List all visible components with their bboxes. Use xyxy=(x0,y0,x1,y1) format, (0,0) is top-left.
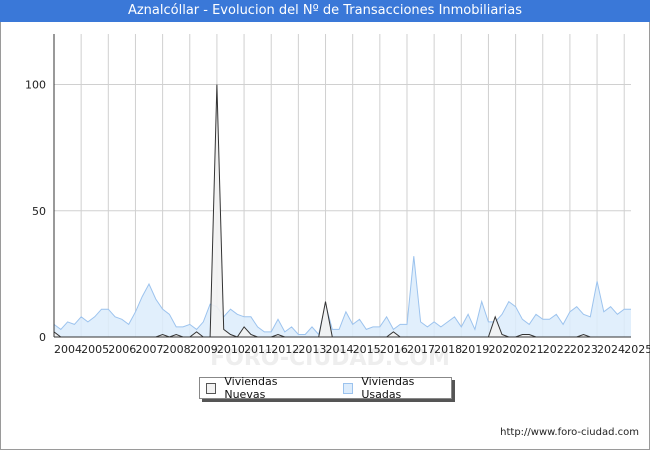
x-tick-label: 2014 xyxy=(326,343,354,356)
x-tick-label: 2022 xyxy=(543,343,571,356)
x-tick-label: 2017 xyxy=(407,343,435,356)
x-tick-label: 2009 xyxy=(190,343,218,356)
legend-swatch-usadas xyxy=(342,382,354,394)
legend-item-nuevas: Viviendas Nuevas xyxy=(206,375,315,401)
y-tick-label: 0 xyxy=(39,331,46,344)
legend-label-nuevas: Viviendas Nuevas xyxy=(224,375,278,401)
legend-label-usadas: Viviendas Usadas xyxy=(361,375,415,401)
x-tick-label: 2011 xyxy=(244,343,272,356)
x-tick-label: 2006 xyxy=(108,343,136,356)
grid-lines xyxy=(53,34,631,338)
x-tick-label: 2016 xyxy=(380,343,408,356)
x-tick-label: 2024 xyxy=(597,343,625,356)
x-tick-label: 2007 xyxy=(135,343,163,356)
x-tick-label: 2005 xyxy=(81,343,109,356)
x-tick-label: 2021 xyxy=(516,343,544,356)
legend-swatch-nuevas xyxy=(206,382,217,394)
x-tick-label: 2008 xyxy=(163,343,191,356)
x-tick-label: 2019 xyxy=(461,343,489,356)
legend-item-usadas: Viviendas Usadas xyxy=(342,375,451,401)
y-tick-label: 100 xyxy=(25,79,46,92)
legend: Viviendas Nuevas Viviendas Usadas xyxy=(199,375,452,401)
x-tick-label: 2025 xyxy=(624,343,650,356)
x-tick-label: 2004 xyxy=(54,343,82,356)
x-tick-label: 2023 xyxy=(570,343,598,356)
x-tick-label: 2020 xyxy=(488,343,516,356)
x-tick-label: 2012 xyxy=(271,343,299,356)
plot-area xyxy=(54,34,631,337)
x-tick-label: 2015 xyxy=(353,343,381,356)
source-link[interactable]: http://www.foro-ciudad.com xyxy=(500,427,639,438)
x-tick-label: 2010 xyxy=(217,343,245,356)
y-tick-label: 50 xyxy=(32,205,46,218)
x-tick-label: 2013 xyxy=(298,343,326,356)
x-tick-label: 2018 xyxy=(434,343,462,356)
